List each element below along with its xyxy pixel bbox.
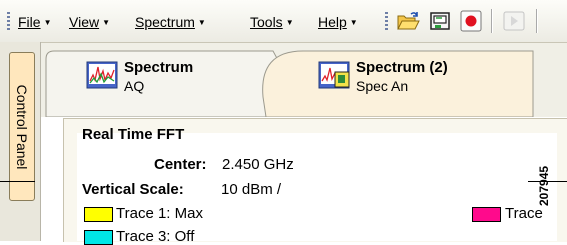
trace-2-label: Trace [505, 205, 543, 222]
document-tab-strip [41, 43, 567, 117]
open-folder-icon[interactable] [396, 9, 420, 33]
trace-1-label: Trace 1: Max [116, 205, 203, 222]
dropdown-arrow-icon: ▼ [197, 18, 206, 27]
menu-tools-label: Tools [250, 14, 283, 30]
tab-subtitle: Spec An [356, 78, 409, 94]
menu-spectrum-label: Spectrum [135, 14, 195, 30]
control-panel-label: Control Panel [14, 84, 30, 169]
trace-2-swatch[interactable] [472, 207, 501, 222]
control-panel-tab[interactable]: Control Panel [9, 52, 35, 201]
panel-heading: Real Time FFT [82, 126, 185, 143]
center-label: Center: [154, 156, 207, 173]
tab-title: Spectrum (2) [356, 59, 448, 76]
toolbar-grip[interactable] [385, 12, 388, 32]
toolbar-separator [491, 9, 493, 33]
menu-file-label: File [18, 14, 41, 30]
play-icon[interactable] [502, 9, 526, 33]
menu-toolbar: File ▼ View ▼ Spectrum ▼ Tools ▼ Help ▼ [0, 0, 567, 43]
trace-3-label: Trace 3: Off [116, 228, 195, 245]
menu-tools[interactable]: Tools ▼ [250, 11, 294, 33]
menu-view-label: View [69, 14, 100, 30]
figure-rule-left [0, 181, 35, 182]
dropdown-arrow-icon: ▼ [102, 18, 111, 27]
dropdown-arrow-icon: ▼ [43, 18, 52, 27]
toolbar-separator [536, 9, 538, 33]
vertical-scale-value: 10 dBm / [221, 181, 282, 198]
record-icon[interactable] [459, 9, 483, 33]
center-value: 2.450 GHz [222, 156, 294, 173]
tab-shapes [45, 50, 534, 117]
vertical-scale-label: Vertical Scale: [82, 181, 184, 198]
menu-help-label: Help [318, 14, 347, 30]
trace-3-swatch[interactable] [84, 230, 113, 245]
menu-view[interactable]: View ▼ [69, 11, 110, 33]
menu-file[interactable]: File ▼ [18, 11, 51, 33]
tab-title: Spectrum [124, 59, 194, 76]
menu-help[interactable]: Help ▼ [318, 11, 358, 33]
trace-1-swatch[interactable] [84, 207, 113, 222]
spectrum-analyzer-icon [318, 61, 350, 89]
toolbar-grip[interactable] [7, 12, 10, 32]
save-setup-icon[interactable] [428, 9, 452, 33]
spectrum-icon [86, 61, 118, 89]
menu-spectrum[interactable]: Spectrum ▼ [135, 11, 206, 33]
dropdown-arrow-icon: ▼ [349, 18, 358, 27]
tab-subtitle: AQ [124, 78, 145, 94]
figure-id: 207945 [537, 165, 551, 206]
dropdown-arrow-icon: ▼ [285, 18, 294, 27]
